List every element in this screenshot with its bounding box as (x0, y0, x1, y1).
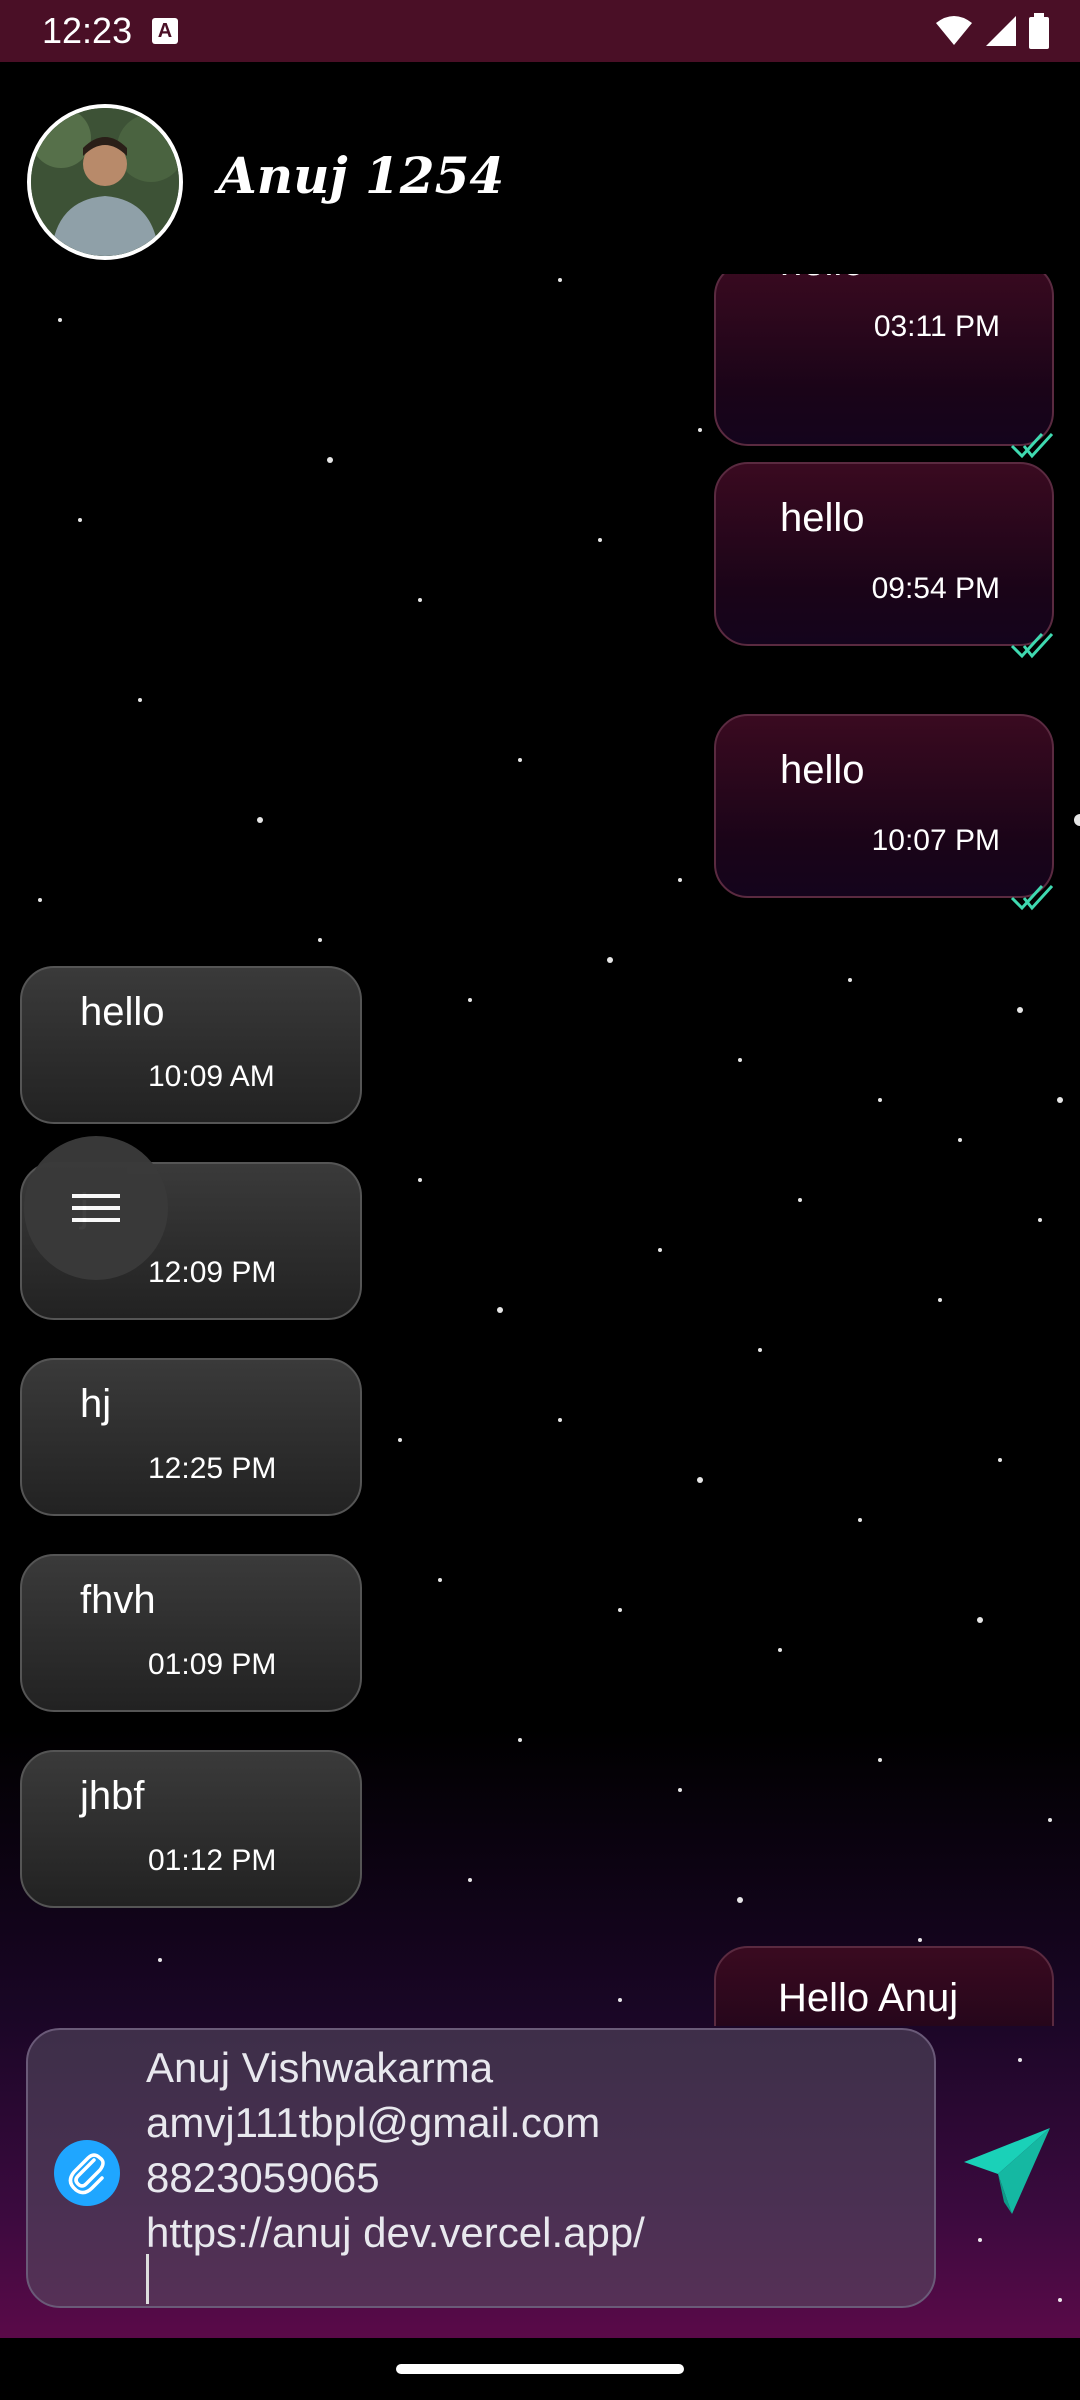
contact-name[interactable]: Anuj 1254 (218, 146, 504, 205)
message-time: 12:09 PM (148, 1256, 277, 1289)
message-bubble-sent[interactable]: hello 03:11 PM (714, 274, 1054, 459)
attach-button[interactable] (54, 2140, 120, 2206)
text-caret (146, 2254, 149, 2304)
message-text: fhvh (80, 1578, 156, 1622)
message-text: Hello Anuj (778, 1976, 959, 2020)
message-bubble-sent[interactable]: hello 10:07 PM (714, 714, 1054, 911)
message-bubble-received[interactable]: hj 12:25 PM (20, 1358, 362, 1516)
profile-photo-icon (31, 108, 179, 256)
message-bubble-received[interactable]: jhbf 01:12 PM (20, 1750, 362, 1908)
message-text: hello (780, 496, 865, 540)
menu-fab-button[interactable] (24, 1136, 168, 1280)
notification-icon: A (152, 18, 178, 44)
message-time: 01:12 PM (148, 1844, 277, 1877)
message-bubble-received[interactable]: fhvh 01:09 PM (20, 1554, 362, 1712)
message-input-box[interactable]: Anuj Vishwakarma amvj111tbpl@gmail.com 8… (26, 2028, 936, 2308)
contact-avatar[interactable] (27, 104, 183, 260)
message-text: hello (80, 990, 165, 1034)
message-time: 10:07 PM (871, 824, 1000, 857)
status-bar: 12:23 A (0, 0, 1080, 62)
read-tick-icon (1010, 432, 1054, 459)
message-time: 09:54 PM (871, 572, 1000, 605)
home-gesture-handle[interactable] (396, 2364, 684, 2374)
message-time: 03:11 PM (873, 310, 1000, 343)
status-time: 12:23 (42, 10, 133, 51)
message-list[interactable]: hello 03:11 PM hello 09:54 PM hello 10:0… (0, 274, 1080, 2026)
message-text: hj (80, 1382, 112, 1426)
message-time: 12:25 PM (148, 1452, 277, 1485)
battery-icon (1029, 13, 1049, 49)
send-button[interactable] (960, 2122, 1056, 2218)
message-input[interactable]: Anuj Vishwakarma amvj111tbpl@gmail.com 8… (146, 2040, 906, 2260)
signal-icon (986, 16, 1016, 46)
message-text: hello (780, 748, 865, 792)
read-tick-icon (1010, 632, 1054, 659)
message-text: hello (780, 274, 865, 285)
message-text: jhbf (80, 1774, 145, 1818)
message-bubble-sent[interactable]: hello 09:54 PM (714, 462, 1054, 659)
read-tick-icon (1010, 884, 1054, 911)
message-time: 01:09 PM (148, 1648, 277, 1681)
message-time: 10:09 AM (148, 1060, 275, 1093)
message-bubble-sent[interactable]: Hello Anuj (714, 1946, 1054, 2026)
paperclip-icon (68, 2153, 105, 2195)
message-bubble-received[interactable]: hello 10:09 AM (20, 966, 362, 1124)
send-icon (964, 2128, 1050, 2214)
wifi-icon (936, 16, 972, 45)
